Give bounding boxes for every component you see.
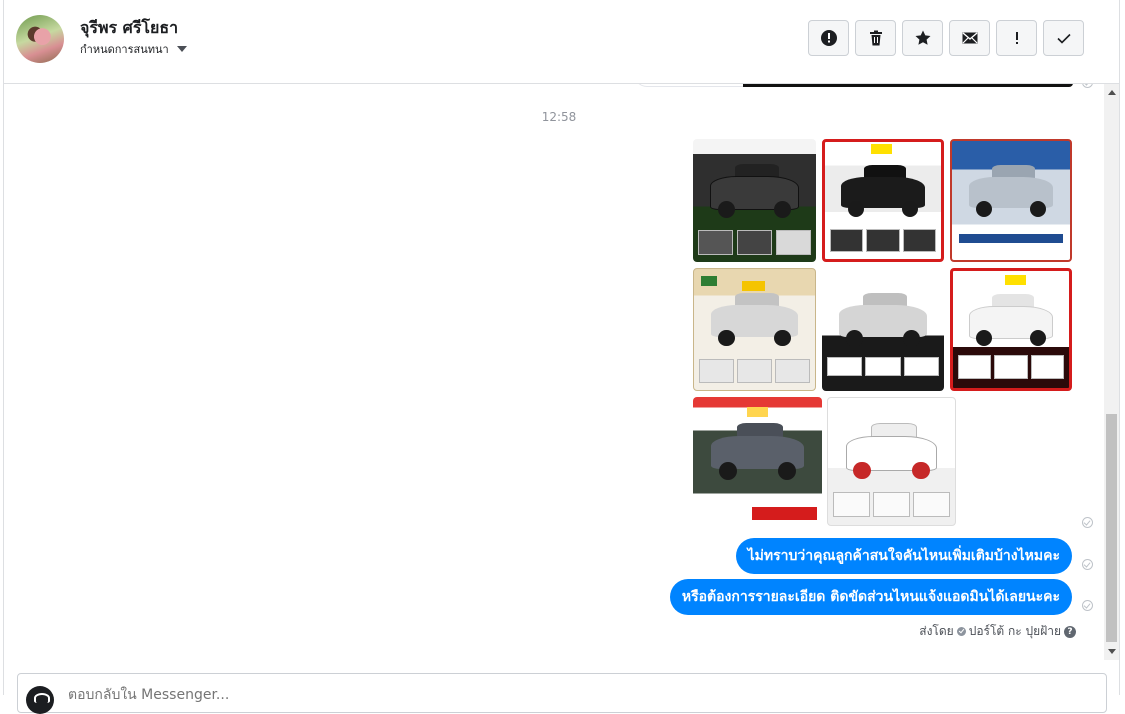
message-scrollbar[interactable] — [1104, 84, 1119, 660]
photo-chevrolet-colorado-white[interactable] — [827, 397, 956, 526]
seen-check-icon — [1082, 559, 1093, 570]
spam-button[interactable] — [808, 20, 849, 56]
page-avatar — [26, 686, 54, 714]
seen-check-icon — [1082, 600, 1093, 611]
conversation-settings-label: กำหนดการสนทนา — [80, 43, 169, 56]
conversation-settings-dropdown[interactable]: กำหนดการสนทนา — [80, 40, 187, 58]
verified-check-icon — [956, 627, 966, 636]
avatar[interactable] — [16, 15, 64, 63]
previous-message-bubble[interactable] — [634, 84, 1074, 87]
scroll-down-arrow-icon[interactable] — [1108, 649, 1116, 654]
action-toolbar — [808, 20, 1084, 56]
exclamation-icon — [1015, 32, 1018, 44]
contact-name[interactable]: จุรีพร ศรีโยธา — [80, 16, 178, 41]
timestamp: 12:58 — [541, 110, 577, 124]
photo-isuzu-dmax-black[interactable] — [822, 139, 944, 262]
photo-toyota-vigo-champ[interactable] — [693, 268, 816, 391]
reply-composer[interactable] — [17, 673, 1107, 714]
sent-by-label: ส่งโดย — [919, 624, 954, 638]
photo-isuzu-dmax-silver[interactable] — [822, 268, 944, 391]
star-icon — [915, 30, 930, 45]
sent-by-name[interactable]: ปอร์โต้ กะ ปุยฝ้าย — [969, 622, 1061, 641]
message-bubble[interactable]: หรือต้องการรายละเอียด ติดขัดส่วนไหนแจ้งแ… — [669, 579, 1072, 615]
help-icon[interactable]: ? — [1064, 625, 1076, 638]
scrollbar-thumb[interactable] — [1106, 414, 1117, 642]
trash-icon — [869, 30, 882, 46]
photo-chevrolet-colorado-grey[interactable] — [693, 397, 822, 526]
alert-circle-icon — [820, 30, 837, 46]
seen-check-icon — [1082, 84, 1093, 88]
conversation-header: จุรีพร ศรีโยธา กำหนดการสนทนา — [4, 0, 1119, 84]
star-button[interactable] — [902, 20, 943, 56]
done-button[interactable] — [1043, 20, 1084, 56]
photo-toyota-vigo-white[interactable] — [950, 268, 1072, 391]
important-button[interactable] — [996, 20, 1037, 56]
photo-mazda-bt50[interactable] — [693, 139, 816, 262]
reply-input[interactable] — [66, 686, 670, 704]
sent-by-line: ส่งโดย ปอร์โต้ กะ ปุยฝ้าย ? — [919, 622, 1076, 641]
scroll-up-arrow-icon[interactable] — [1108, 90, 1116, 95]
delete-button[interactable] — [855, 20, 896, 56]
seen-check-icon — [1082, 517, 1093, 528]
envelope-icon — [962, 32, 977, 44]
conversation-window: จุรีพร ศรีโยธา กำหนดการสนทนา 12:58 ไม่ทร… — [3, 0, 1120, 714]
caret-down-icon — [176, 46, 187, 52]
mark-unread-button[interactable] — [949, 20, 990, 56]
message-list[interactable]: 12:58 ไม่ทราบว่าคุณลูกค้าสนใจคันไหนเพิ่ม… — [4, 84, 1104, 660]
photo-toyota-vigo-silver[interactable] — [950, 139, 1072, 262]
message-bubble[interactable]: ไม่ทราบว่าคุณลูกค้าสนใจคันไหนเพิ่มเติมบ้… — [735, 538, 1072, 574]
check-icon — [1056, 33, 1071, 44]
